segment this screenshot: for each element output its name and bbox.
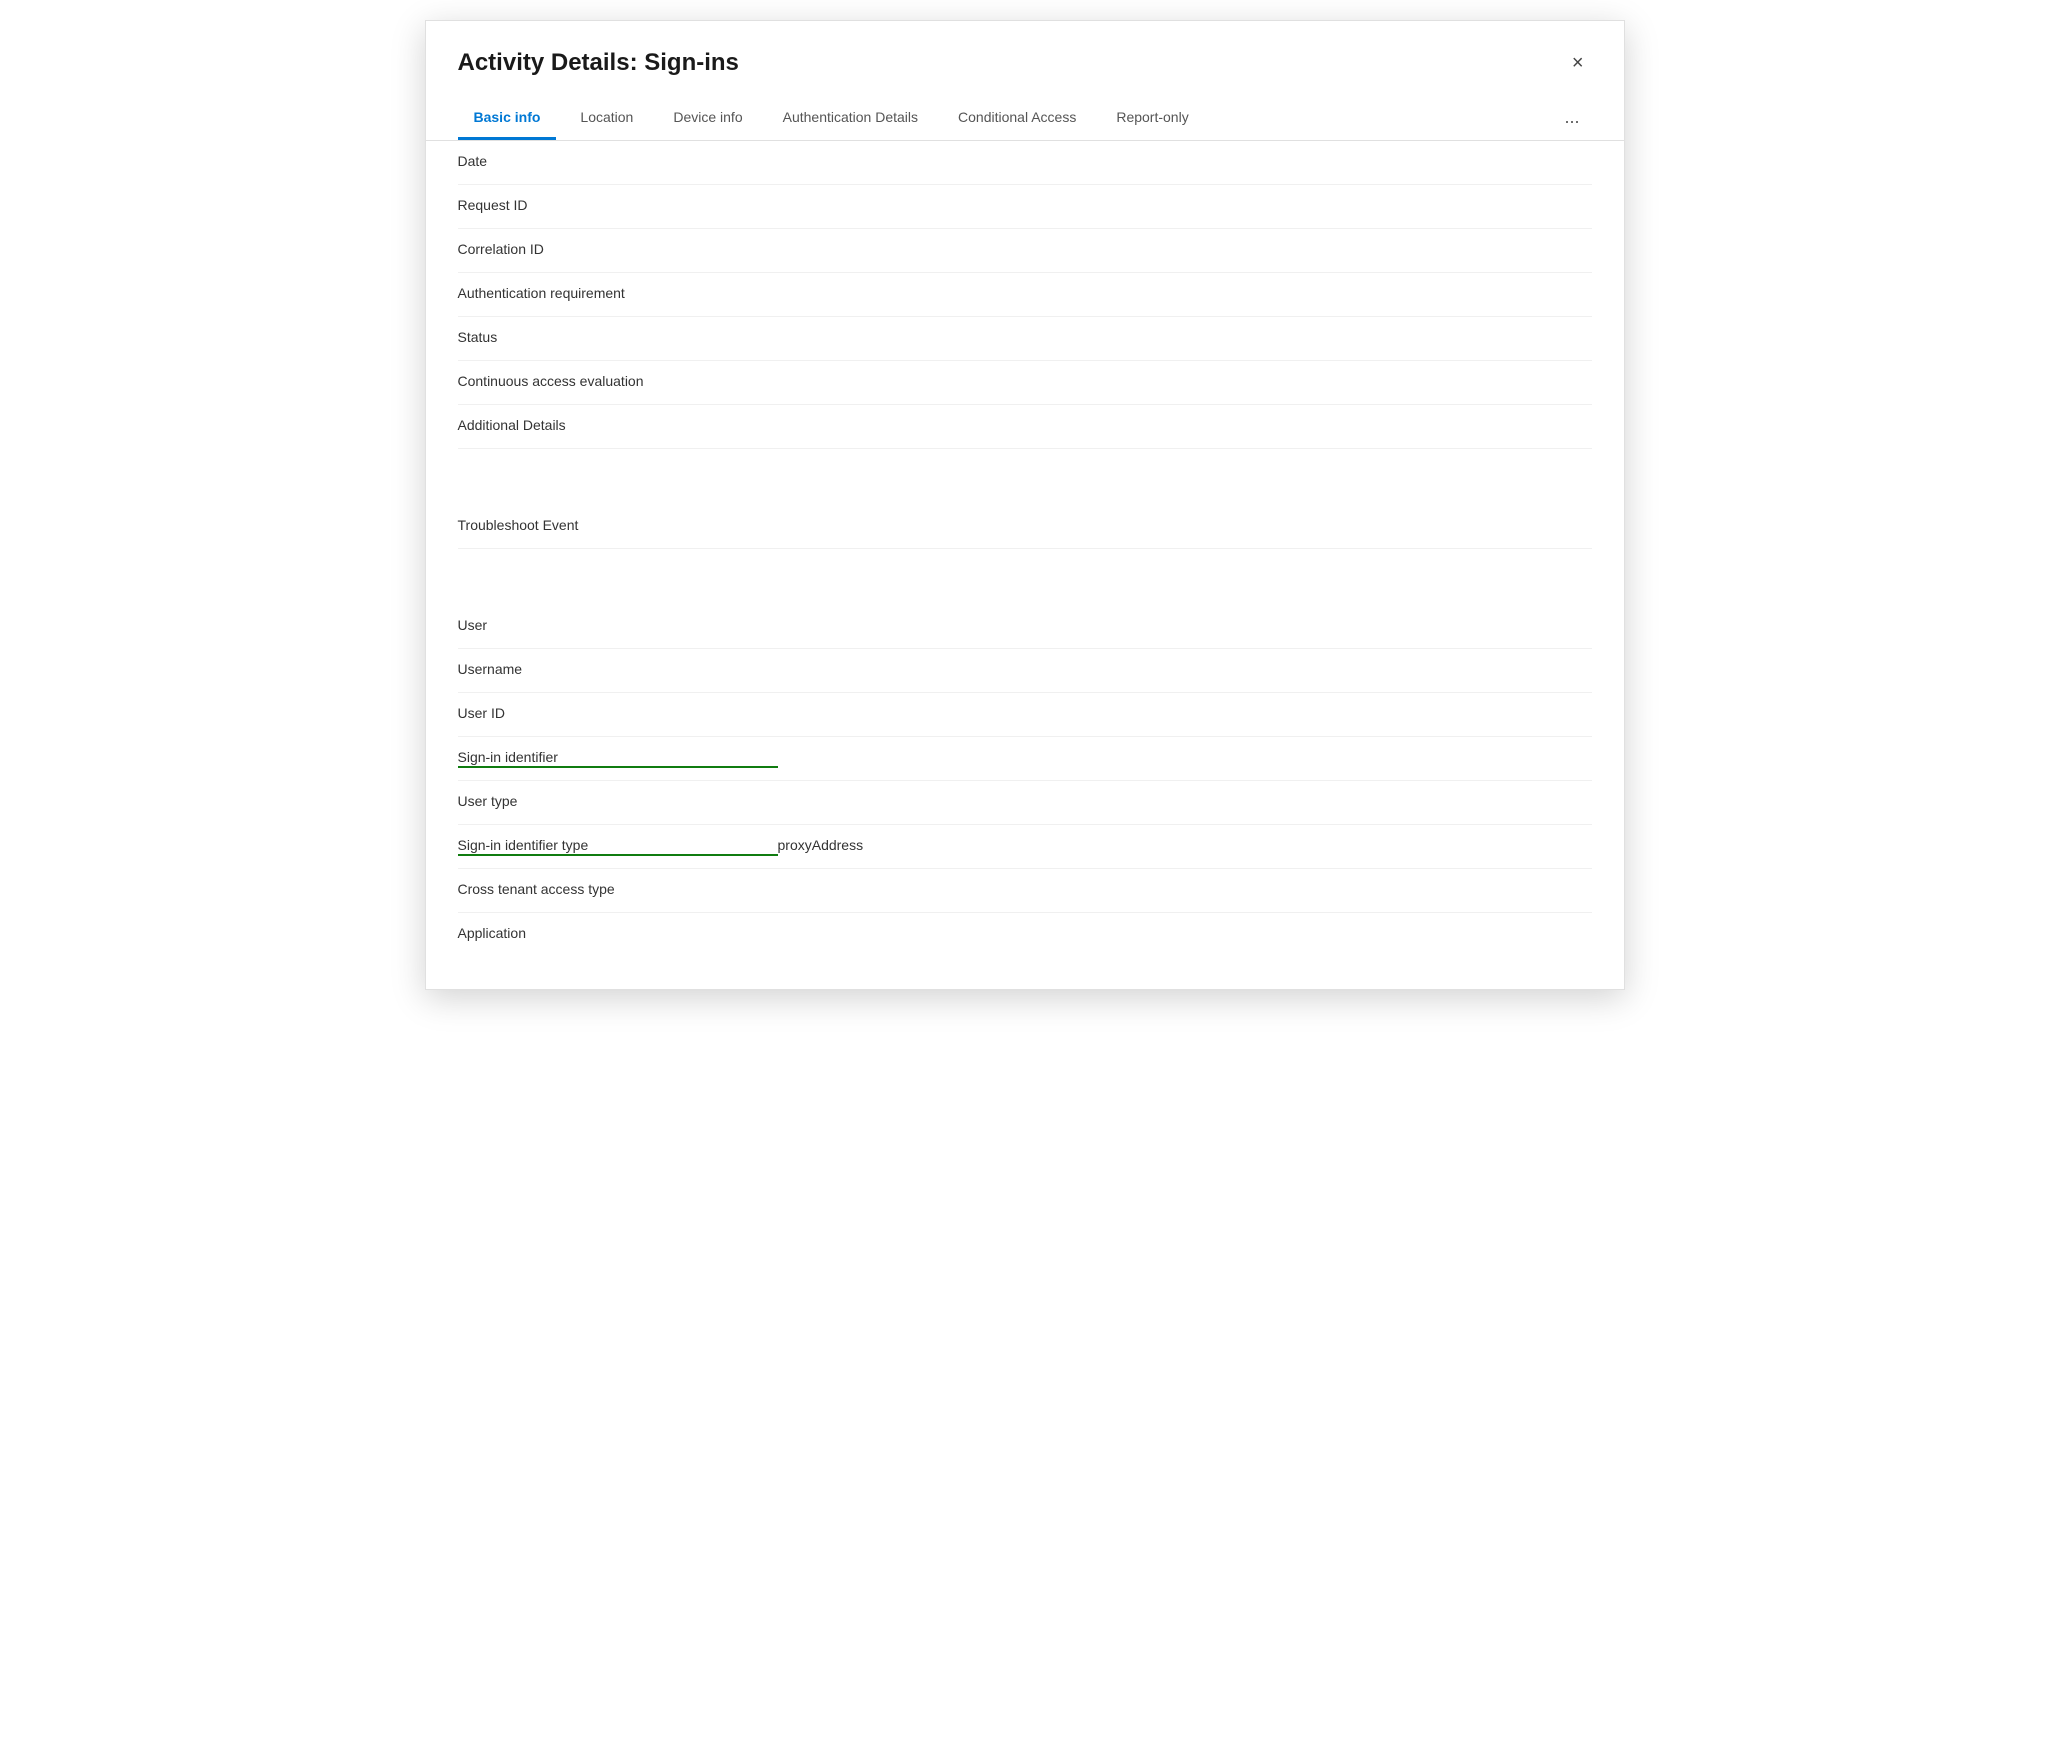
field-row-request-id: Request ID (458, 185, 1592, 229)
tab-authentication-details[interactable]: Authentication Details (767, 97, 934, 140)
tab-device-info[interactable]: Device info (657, 97, 758, 140)
tabs-bar: Basic info Location Device info Authenti… (426, 97, 1624, 141)
field-row-sign-in-identifier-type: Sign-in identifier type proxyAddress (458, 825, 1592, 869)
tab-location[interactable]: Location (564, 97, 649, 140)
spacer-1 (458, 449, 1592, 477)
field-row-user-type: User type (458, 781, 1592, 825)
field-label-user-id: User ID (458, 705, 778, 721)
spacer-4 (458, 577, 1592, 605)
field-label-cross-tenant-access-type: Cross tenant access type (458, 881, 778, 897)
field-label-continuous-access-evaluation: Continuous access evaluation (458, 373, 778, 389)
field-row-troubleshoot-event: Troubleshoot Event (458, 505, 1592, 549)
field-value-sign-in-identifier-type: proxyAddress (778, 837, 1592, 853)
field-label-troubleshoot-event: Troubleshoot Event (458, 517, 778, 533)
tab-conditional-access[interactable]: Conditional Access (942, 97, 1092, 140)
field-row-continuous-access-evaluation: Continuous access evaluation (458, 361, 1592, 405)
more-tabs-button[interactable]: ... (1552, 99, 1591, 139)
activity-details-dialog: Activity Details: Sign-ins × Basic info … (425, 20, 1625, 990)
spacer-3 (458, 549, 1592, 577)
field-label-authentication-requirement: Authentication requirement (458, 285, 778, 301)
field-row-user-id: User ID (458, 693, 1592, 737)
field-row-date: Date (458, 141, 1592, 185)
field-row-application: Application (458, 913, 1592, 957)
field-label-correlation-id: Correlation ID (458, 241, 778, 257)
field-row-status: Status (458, 317, 1592, 361)
tab-basic-info[interactable]: Basic info (458, 97, 557, 140)
dialog-title: Activity Details: Sign-ins (458, 49, 739, 77)
field-row-cross-tenant-access-type: Cross tenant access type (458, 869, 1592, 913)
field-label-application: Application (458, 925, 778, 941)
field-label-status: Status (458, 329, 778, 345)
field-label-date: Date (458, 153, 778, 169)
field-label-sign-in-identifier: Sign-in identifier (458, 749, 778, 765)
close-button[interactable]: × (1564, 49, 1592, 77)
field-label-username: Username (458, 661, 778, 677)
field-label-user-type: User type (458, 793, 778, 809)
field-row-correlation-id: Correlation ID (458, 229, 1592, 273)
dialog-header: Activity Details: Sign-ins × (426, 21, 1624, 77)
field-label-additional-details: Additional Details (458, 417, 778, 433)
spacer-2 (458, 477, 1592, 505)
field-row-additional-details: Additional Details (458, 405, 1592, 449)
field-row-sign-in-identifier: Sign-in identifier (458, 737, 1592, 781)
tab-report-only[interactable]: Report-only (1100, 97, 1204, 140)
field-label-sign-in-identifier-type: Sign-in identifier type (458, 837, 778, 853)
content-area: Date Request ID Correlation ID Authentic… (426, 141, 1624, 989)
field-label-user: User (458, 617, 778, 633)
field-row-username: Username (458, 649, 1592, 693)
field-label-request-id: Request ID (458, 197, 778, 213)
field-row-authentication-requirement: Authentication requirement (458, 273, 1592, 317)
field-row-user: User (458, 605, 1592, 649)
